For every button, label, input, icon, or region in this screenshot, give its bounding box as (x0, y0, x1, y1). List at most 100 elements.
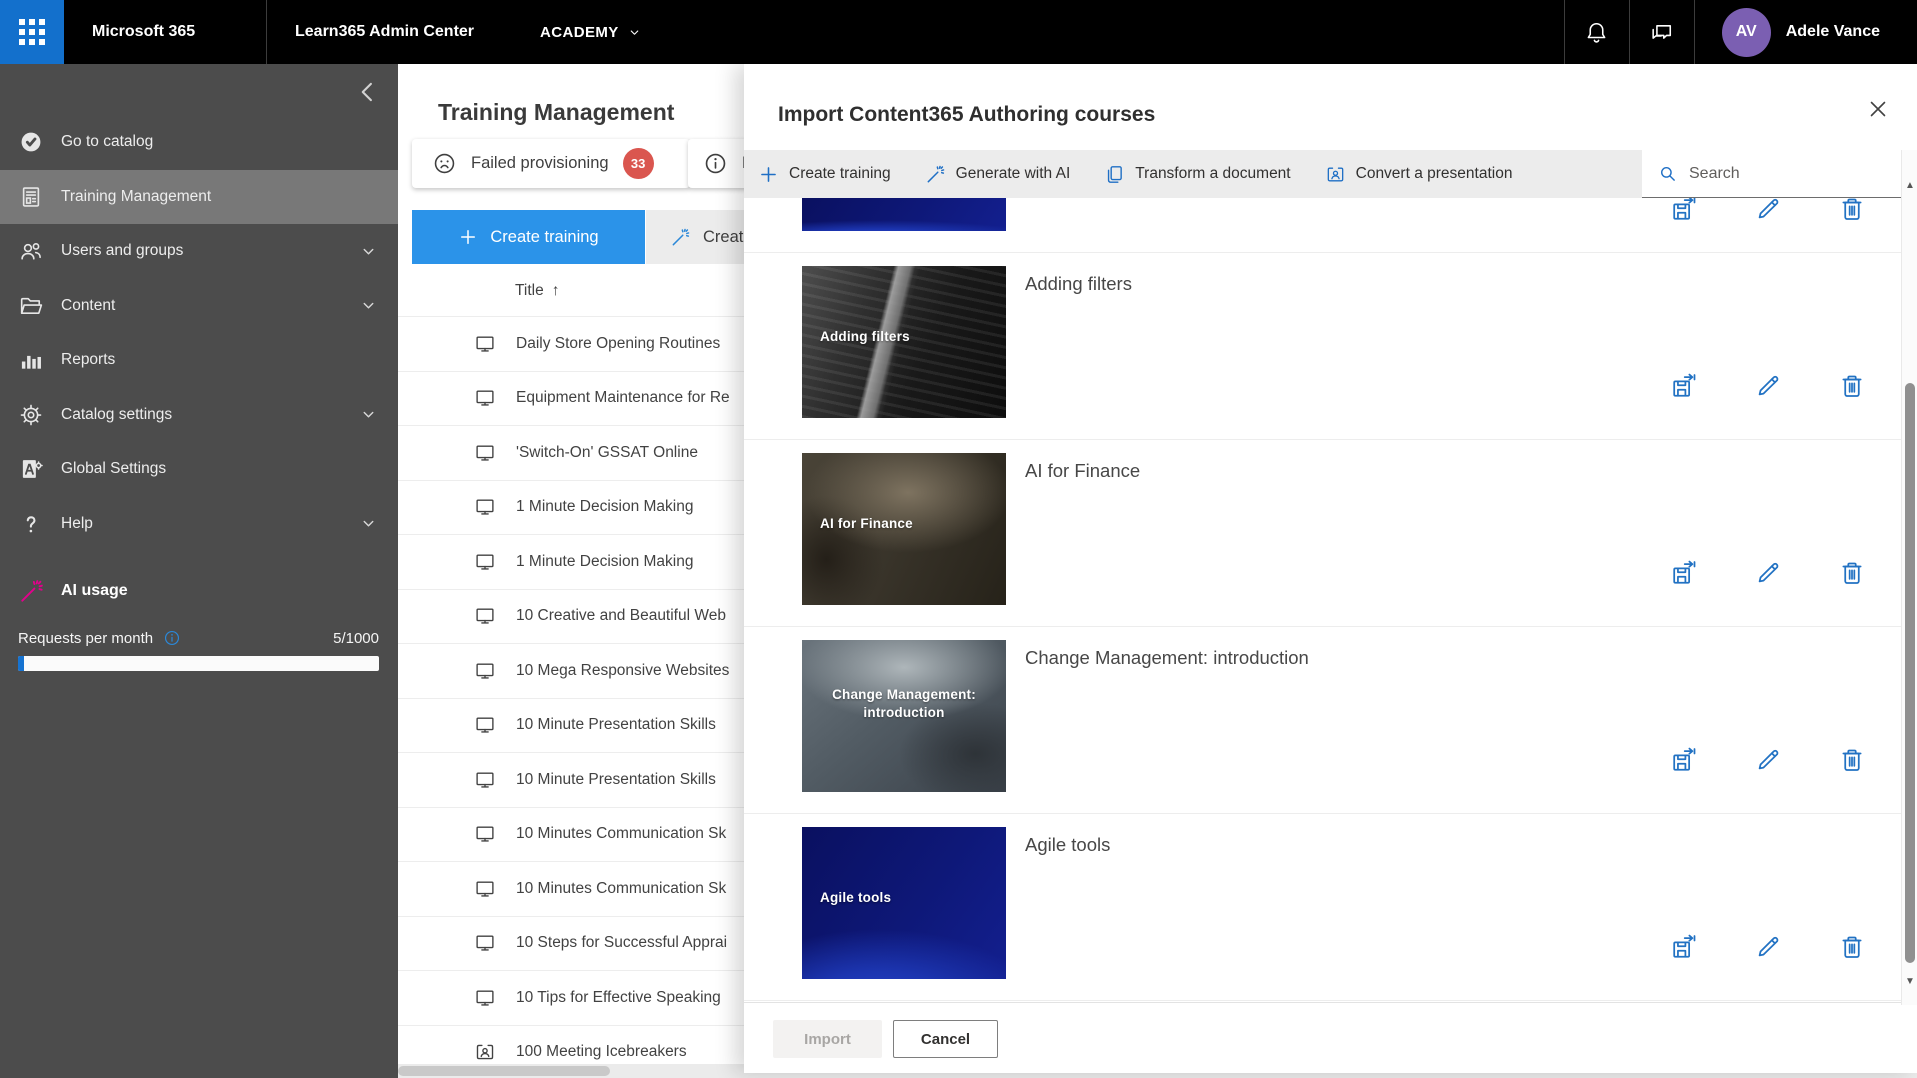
info-icon[interactable] (163, 629, 181, 647)
sidebar-collapse-button[interactable] (354, 78, 384, 108)
edit-icon (1754, 746, 1782, 774)
import-button[interactable] (1670, 372, 1698, 400)
user-name: Adele Vance (1785, 23, 1880, 40)
chevron-down-icon (360, 297, 377, 314)
import-button[interactable] (1670, 933, 1698, 961)
plus-icon (458, 227, 478, 247)
scroll-up-icon[interactable]: ▲ (1902, 181, 1917, 191)
horizontal-scrollbar-thumb[interactable] (398, 1066, 610, 1076)
toolbar-button[interactable]: Create training (758, 164, 891, 185)
import-icon (1670, 198, 1698, 223)
sidebar-item[interactable]: Help (0, 497, 398, 552)
notifications-button[interactable] (1565, 0, 1629, 64)
failed-provisioning-chip[interactable]: Failed provisioning 33 (412, 139, 690, 188)
course-thumbnail[interactable]: Agile tools (802, 827, 1006, 979)
table-row-title: 10 Minute Presentation Skills (516, 716, 716, 734)
toolbar-button[interactable]: Convert a presentation (1325, 164, 1512, 185)
edit-button[interactable] (1754, 198, 1782, 223)
course-type-icon (474, 714, 496, 736)
app-root: Microsoft 365 Learn365 Admin Center ACAD… (0, 0, 1917, 1078)
course-title: Agile tools (1025, 834, 1111, 855)
table-row-title: 10 Steps for Successful Apprai (516, 934, 728, 952)
course-row[interactable]: Change Management: introduction Change M… (744, 627, 1901, 814)
cancel-button[interactable]: Cancel (893, 1020, 998, 1058)
edit-button[interactable] (1754, 746, 1782, 774)
course-type-icon (474, 1041, 496, 1063)
course-thumbnail[interactable]: Adding filters (802, 266, 1006, 418)
info-icon (703, 151, 728, 176)
edit-button[interactable] (1754, 372, 1782, 400)
ai-usage-progress-fill (18, 656, 24, 671)
sidebar-item[interactable]: Training Management (0, 169, 398, 224)
page-title: Training Management (438, 99, 675, 126)
course-thumbnail[interactable]: AI for Finance (802, 453, 1006, 605)
import-button[interactable] (1670, 559, 1698, 587)
toolbar-button-label: Generate with AI (955, 165, 1071, 182)
chat-icon (1649, 20, 1674, 45)
vertical-scrollbar-thumb[interactable] (1905, 383, 1915, 963)
course-thumbnail[interactable]: Change Management: introduction (802, 640, 1006, 792)
sidebar-item[interactable]: Users and groups (0, 224, 398, 279)
sidebar-item[interactable]: Content (0, 279, 398, 334)
sidebar-item-icon (18, 293, 44, 319)
brand-microsoft365[interactable]: Microsoft 365 (64, 0, 267, 64)
toolbar-button-icon (758, 164, 779, 185)
delete-button[interactable] (1838, 198, 1866, 223)
search-input[interactable] (1687, 163, 1881, 184)
course-type-icon (474, 605, 496, 627)
delete-icon (1838, 933, 1866, 961)
import-courses-modal: Import Content365 Authoring courses Crea… (744, 64, 1917, 1073)
course-type-icon (474, 442, 496, 464)
course-row[interactable]: Adding filters Adding filters (744, 253, 1901, 440)
sidebar-item-icon (18, 184, 44, 210)
toolbar-button-label: Transform a document (1135, 165, 1291, 182)
course-type-icon (474, 823, 496, 845)
course-type-icon (474, 333, 496, 355)
sidebar-item-label: Users and groups (61, 242, 184, 260)
delete-button[interactable] (1838, 559, 1866, 587)
course-row[interactable]: AI for Finance AI for Finance (744, 440, 1901, 627)
sidebar-nav: Go to catalog Training Management Users … (0, 115, 398, 551)
import-button[interactable] (1670, 746, 1698, 774)
course-title: AI for Finance (1025, 460, 1141, 481)
thumbnail-title-overlay: Agile tools (820, 890, 892, 905)
course-type-icon (474, 551, 496, 573)
import-submit-button[interactable]: Import (773, 1020, 882, 1058)
search-box[interactable] (1642, 150, 1901, 198)
toolbar-button[interactable]: Transform a document (1104, 164, 1291, 185)
edit-icon (1754, 372, 1782, 400)
course-type-icon (474, 769, 496, 791)
avatar: AV (1721, 7, 1771, 57)
tenant-switcher[interactable]: ACADEMY (540, 24, 641, 41)
chevron-left-icon (354, 78, 382, 106)
sidebar-item[interactable]: Catalog settings (0, 388, 398, 443)
account-menu[interactable]: AV Adele Vance (1695, 7, 1917, 57)
vertical-scrollbar[interactable]: ▲ ▼ (1901, 150, 1917, 1005)
delete-button[interactable] (1838, 933, 1866, 961)
sidebar-item[interactable]: Global Settings (0, 442, 398, 497)
import-button[interactable] (1670, 198, 1698, 223)
edit-button[interactable] (1754, 559, 1782, 587)
sidebar-item[interactable]: Go to catalog (0, 115, 398, 170)
delete-button[interactable] (1838, 746, 1866, 774)
feedback-button[interactable] (1630, 0, 1694, 64)
ai-requests-row: Requests per month 5/1000 (18, 625, 379, 651)
brand-learn365[interactable]: Learn365 Admin Center (267, 23, 502, 41)
scroll-down-icon[interactable]: ▼ (1902, 977, 1917, 987)
create-training-button[interactable]: Create training (412, 210, 645, 264)
magic-wand-icon (670, 227, 691, 248)
edit-button[interactable] (1754, 933, 1782, 961)
table-row-title: 1 Minute Decision Making (516, 498, 694, 516)
course-row-partial[interactable] (744, 198, 1901, 253)
close-button[interactable] (1866, 96, 1892, 122)
bell-icon (1584, 20, 1609, 45)
course-row[interactable]: Agile tools Agile tools (744, 814, 1901, 1001)
delete-button[interactable] (1838, 372, 1866, 400)
sidebar-item-label: Content (61, 296, 116, 314)
toolbar-button[interactable]: Generate with AI (925, 164, 1071, 185)
table-header[interactable]: Title ↑ (398, 268, 559, 314)
requests-label: Requests per month (18, 629, 154, 647)
app-launcher-icon[interactable] (0, 0, 64, 64)
course-thumbnail[interactable] (802, 198, 1006, 231)
sidebar-item[interactable]: Reports (0, 333, 398, 388)
